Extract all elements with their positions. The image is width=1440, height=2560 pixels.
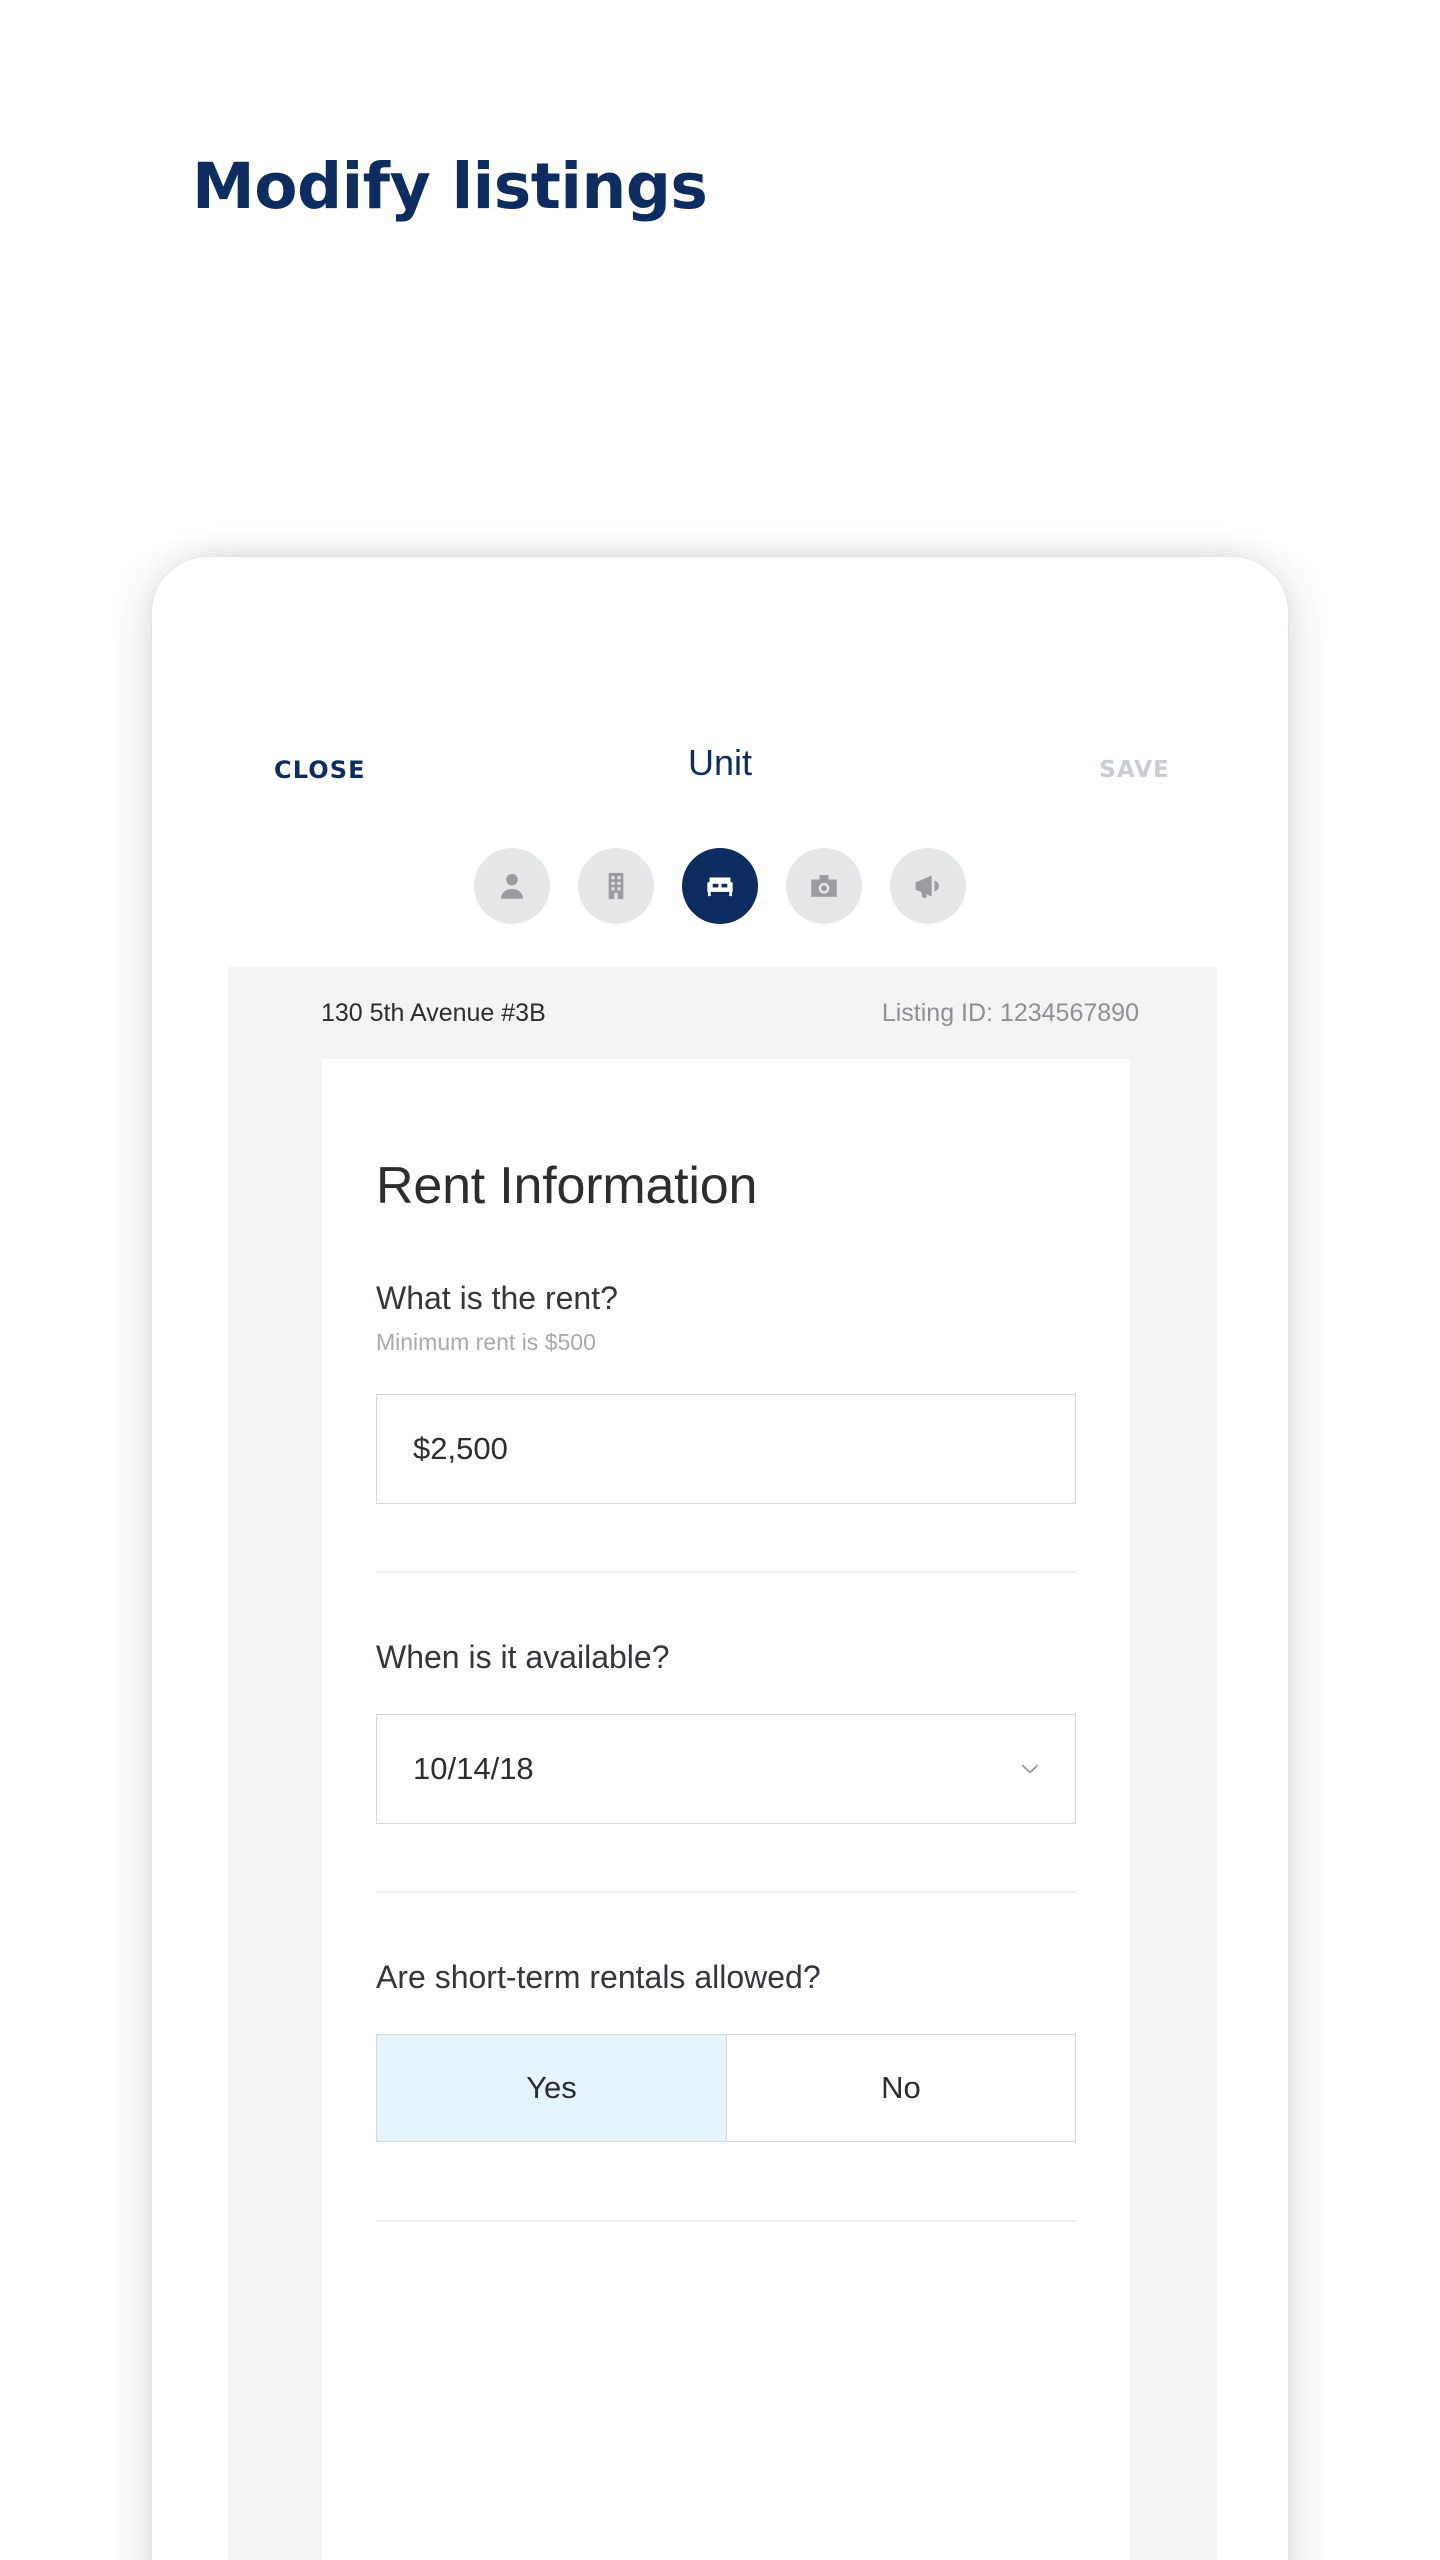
section-divider <box>376 1890 1076 1893</box>
availability-date-select[interactable]: 10/14/18 <box>376 1713 1076 1824</box>
shortterm-option-yes[interactable]: Yes <box>377 2034 726 2141</box>
listing-address: 130 5th Avenue #3B <box>321 999 546 1027</box>
section-tab-row <box>152 840 1288 932</box>
listing-id: Listing ID: 1234567890 <box>881 999 1139 1027</box>
listing-header: 130 5th Avenue #3B Listing ID: 123456789… <box>228 967 1217 1059</box>
megaphone-icon <box>911 869 945 903</box>
building-icon <box>600 870 632 902</box>
section-title: Rent Information <box>376 1157 758 1215</box>
page-title: Modify listings <box>192 150 708 223</box>
shortterm-segmented-control: Yes No <box>376 2033 1076 2142</box>
rent-input-value: $2,500 <box>413 1430 508 1466</box>
tab-contact[interactable] <box>474 848 550 924</box>
tab-building[interactable] <box>578 848 654 924</box>
sofa-icon <box>701 867 739 905</box>
shortterm-option-no[interactable]: No <box>726 2034 1075 2141</box>
page-root: Modify listings CLOSE Unit SAVE 130 5th … <box>0 0 1440 2560</box>
availability-date-value: 10/14/18 <box>413 1750 534 1786</box>
phone-mockup-frame: CLOSE Unit SAVE 130 5th Avenue #3B Listi… <box>152 557 1288 2560</box>
person-icon <box>495 869 529 903</box>
chevron-down-icon <box>1017 1756 1043 1782</box>
rent-input[interactable]: $2,500 <box>376 1393 1076 1504</box>
phone-screen: CLOSE Unit SAVE 130 5th Avenue #3B Listi… <box>152 557 1288 2560</box>
availability-question-label: When is it available? <box>376 1638 670 1675</box>
camera-icon <box>807 869 841 903</box>
form-card: Rent Information What is the rent? Minim… <box>322 1059 1130 2560</box>
section-divider <box>376 2219 1076 2222</box>
rent-question-label: What is the rent? <box>376 1279 618 1316</box>
app-topbar: CLOSE Unit SAVE <box>152 742 1288 804</box>
tab-marketing[interactable] <box>890 848 966 924</box>
form-card-inner: Rent Information What is the rent? Minim… <box>376 1059 1076 2222</box>
section-divider <box>376 1570 1076 1573</box>
save-button[interactable]: SAVE <box>1099 757 1170 783</box>
tab-unit[interactable] <box>682 848 758 924</box>
rent-hint-text: Minimum rent is $500 <box>376 1328 596 1355</box>
shortterm-question-label: Are short-term rentals allowed? <box>376 1958 821 1995</box>
tab-photos[interactable] <box>786 848 862 924</box>
